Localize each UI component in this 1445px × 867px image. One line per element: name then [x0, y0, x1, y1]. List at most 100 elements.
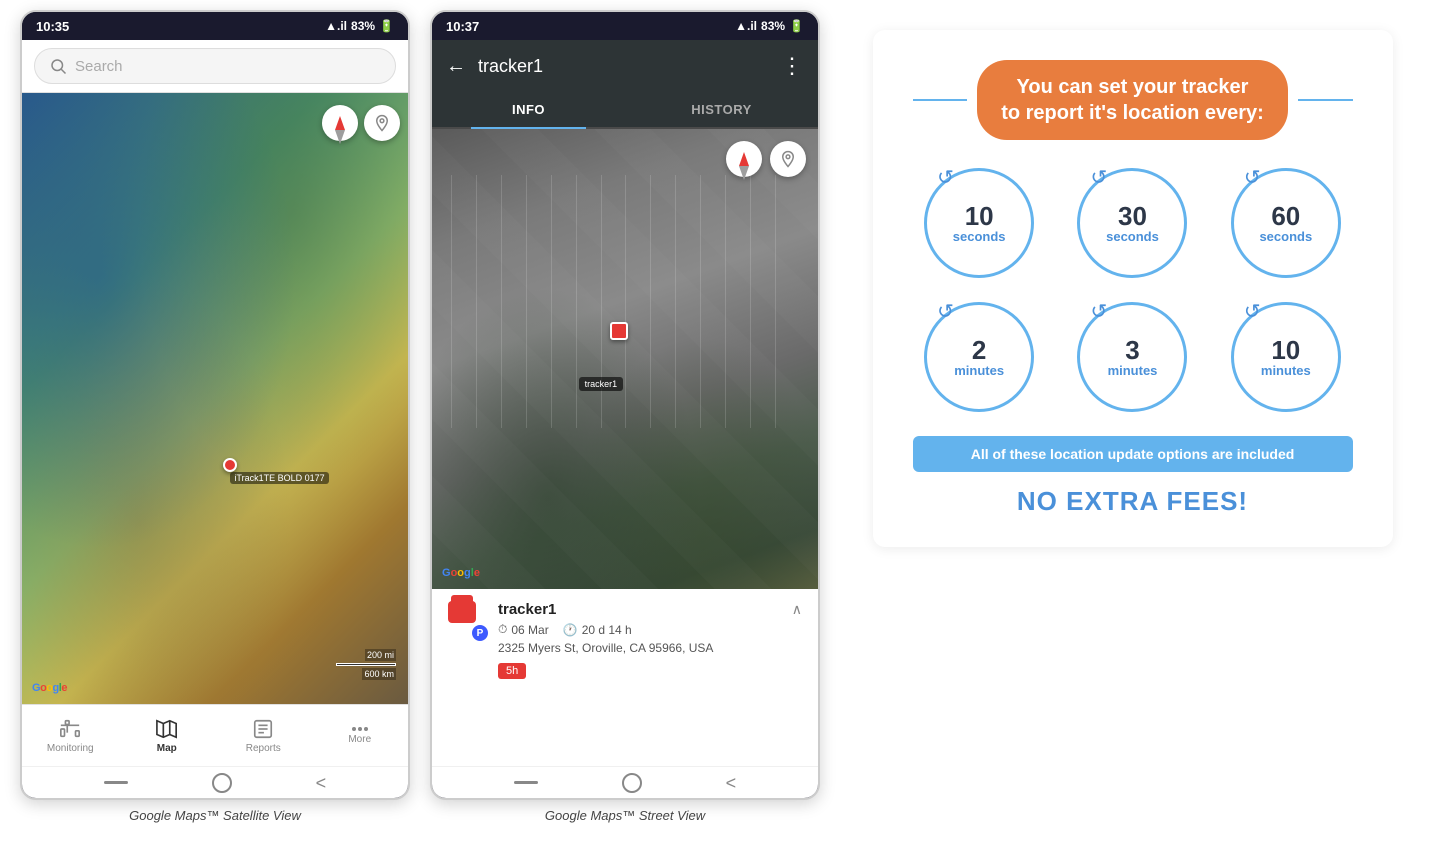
- compass-icon-2: [739, 152, 749, 166]
- status-time-2: 10:37: [446, 19, 479, 34]
- monitoring-icon: [59, 718, 81, 740]
- no-fees-banner: All of these location update options are…: [913, 436, 1353, 472]
- tracker-title: tracker1: [478, 56, 769, 77]
- location-icon: [373, 114, 391, 132]
- tab-history[interactable]: HISTORY: [625, 92, 818, 127]
- time-unit-0: seconds: [953, 229, 1006, 244]
- circle-arrow-5: ↺: [1244, 299, 1261, 324]
- info-card: You can set your tracker to report it's …: [873, 30, 1393, 547]
- time-num-0: 10: [965, 203, 994, 229]
- tracker-name: tracker1: [498, 601, 713, 618]
- battery-icon-1: 🔋: [379, 19, 394, 33]
- chevron-up-icon[interactable]: ∧: [792, 601, 802, 618]
- tracker-p-badge: P: [472, 625, 488, 641]
- battery-icon-2: 🔋: [789, 19, 804, 33]
- battery-2: 83%: [761, 19, 785, 33]
- tracker-details: tracker1 ⏱ 06 Mar 🕐 20 d 14 h: [498, 601, 713, 679]
- time-circle-wrap-3: ↺2minutes: [913, 302, 1046, 412]
- circle-arrow-1: ↺: [1090, 165, 1107, 190]
- time-num-5: 10: [1271, 337, 1300, 363]
- phone1-caption: Google Maps™ Satellite View: [129, 808, 301, 823]
- nav-map[interactable]: Map: [119, 705, 216, 766]
- time-circle-wrap-0: ↺ 10seconds: [913, 168, 1046, 278]
- tabs-bar: INFO HISTORY: [432, 92, 818, 129]
- compass-button-2[interactable]: [726, 141, 762, 177]
- headline-line2: to report it's location every:: [1001, 100, 1264, 126]
- nav-more[interactable]: More: [312, 705, 409, 766]
- time-circle-2: ↺60seconds: [1231, 168, 1341, 278]
- time-num-1: 30: [1118, 203, 1147, 229]
- search-input-container[interactable]: Search: [34, 48, 396, 84]
- time-circle-1: ↺30seconds: [1077, 168, 1187, 278]
- scale-text-2: 600 km: [362, 668, 396, 680]
- tracker-badge: 5h: [498, 663, 526, 679]
- google-logo-2: Google: [442, 567, 480, 579]
- search-placeholder: Search: [75, 58, 123, 75]
- location-button-2[interactable]: [770, 141, 806, 177]
- map-street[interactable]: tracker1 Google: [432, 129, 818, 589]
- compass-button[interactable]: [322, 105, 358, 141]
- tab-info[interactable]: INFO: [432, 92, 625, 127]
- status-bar-2: 10:37 ▲.il 83% 🔋: [432, 12, 818, 40]
- search-bar: Search: [22, 40, 408, 93]
- device-label-1: iTrack1TE BOLD 0177: [230, 472, 328, 484]
- nav-monitoring-label: Monitoring: [47, 743, 94, 754]
- signal-icon-1: ▲.il: [325, 19, 347, 33]
- time-unit-5: minutes: [1261, 363, 1311, 378]
- time-num-4: 3: [1125, 337, 1139, 363]
- top-bar: ← tracker1 ⋮: [432, 40, 818, 92]
- time-icon: 🕐: [563, 623, 578, 637]
- location-icon-2: [779, 150, 797, 168]
- no-extra-fees: NO EXTRA FEES!: [913, 486, 1353, 517]
- gesture-bar-1: <: [22, 766, 408, 798]
- gesture-back-2: [514, 781, 538, 784]
- headline-pill: You can set your tracker to report it's …: [977, 60, 1288, 140]
- parking-overlay: [451, 175, 798, 428]
- nav-monitoring[interactable]: Monitoring: [22, 705, 119, 766]
- scale-bar: [336, 663, 396, 666]
- tracker-header: P tracker1 ⏱ 06 Mar 🕐: [448, 601, 802, 679]
- search-icon: [49, 57, 67, 75]
- time-circle-wrap-5: ↺ 10minutes: [1219, 302, 1352, 412]
- time-unit-2: seconds: [1259, 229, 1312, 244]
- gesture-home: [212, 773, 232, 793]
- compass-icon: [335, 116, 345, 130]
- menu-dots[interactable]: ⋮: [781, 53, 804, 79]
- nav-reports-label: Reports: [246, 743, 281, 754]
- car-marker-2: [610, 322, 628, 340]
- tracker-date: 06 Mar: [511, 623, 548, 637]
- circle-arrow-0: ↺: [937, 165, 954, 190]
- time-unit-4: minutes: [1108, 363, 1158, 378]
- circle-arrow-4: ↺: [1090, 299, 1107, 324]
- time-circle-wrap-4: ↺ 3minutes: [1066, 302, 1199, 412]
- tracker-car-icon: [448, 601, 476, 623]
- time-circle-3: ↺2minutes: [924, 302, 1034, 412]
- more-icon: [352, 727, 368, 731]
- tracker-info-panel: P tracker1 ⏱ 06 Mar 🕐: [432, 589, 818, 766]
- back-button[interactable]: ←: [446, 55, 466, 78]
- status-icons-1: ▲.il 83% 🔋: [325, 19, 394, 33]
- nav-more-label: More: [348, 734, 371, 745]
- time-circle-0: ↺ 10seconds: [924, 168, 1034, 278]
- signal-icon-2: ▲.il: [735, 19, 757, 33]
- gesture-bar-2: <: [432, 766, 818, 798]
- time-circle-5: ↺ 10minutes: [1231, 302, 1341, 412]
- nav-reports[interactable]: Reports: [215, 705, 312, 766]
- headline-left-line: [913, 99, 968, 101]
- phone-2: 10:37 ▲.il 83% 🔋 ← tracker1 ⋮ INFO HISTO…: [430, 10, 820, 800]
- gesture-home-2: [622, 773, 642, 793]
- tracker-address: 2325 Myers St, Oroville, CA 95966, USA: [498, 641, 713, 655]
- location-button[interactable]: [364, 105, 400, 141]
- meta-duration: 🕐 20 d 14 h: [563, 623, 632, 637]
- tracker-avatar: P: [448, 601, 488, 641]
- battery-1: 83%: [351, 19, 375, 33]
- app-area-1: Search iTrack1TE BOLD 0177 200 mi: [22, 40, 408, 766]
- scale-text-1: 200 mi: [365, 649, 396, 661]
- tracker-duration: 20 d 14 h: [582, 623, 632, 637]
- time-circle-4: ↺ 3minutes: [1077, 302, 1187, 412]
- gesture-recent-2: <: [726, 774, 737, 792]
- map-satellite[interactable]: iTrack1TE BOLD 0177 200 mi 600 km Google: [22, 93, 408, 704]
- headline-line1: You can set your tracker: [1001, 74, 1264, 100]
- headline-right-line: [1298, 99, 1353, 101]
- time-num-2: 60: [1271, 203, 1300, 229]
